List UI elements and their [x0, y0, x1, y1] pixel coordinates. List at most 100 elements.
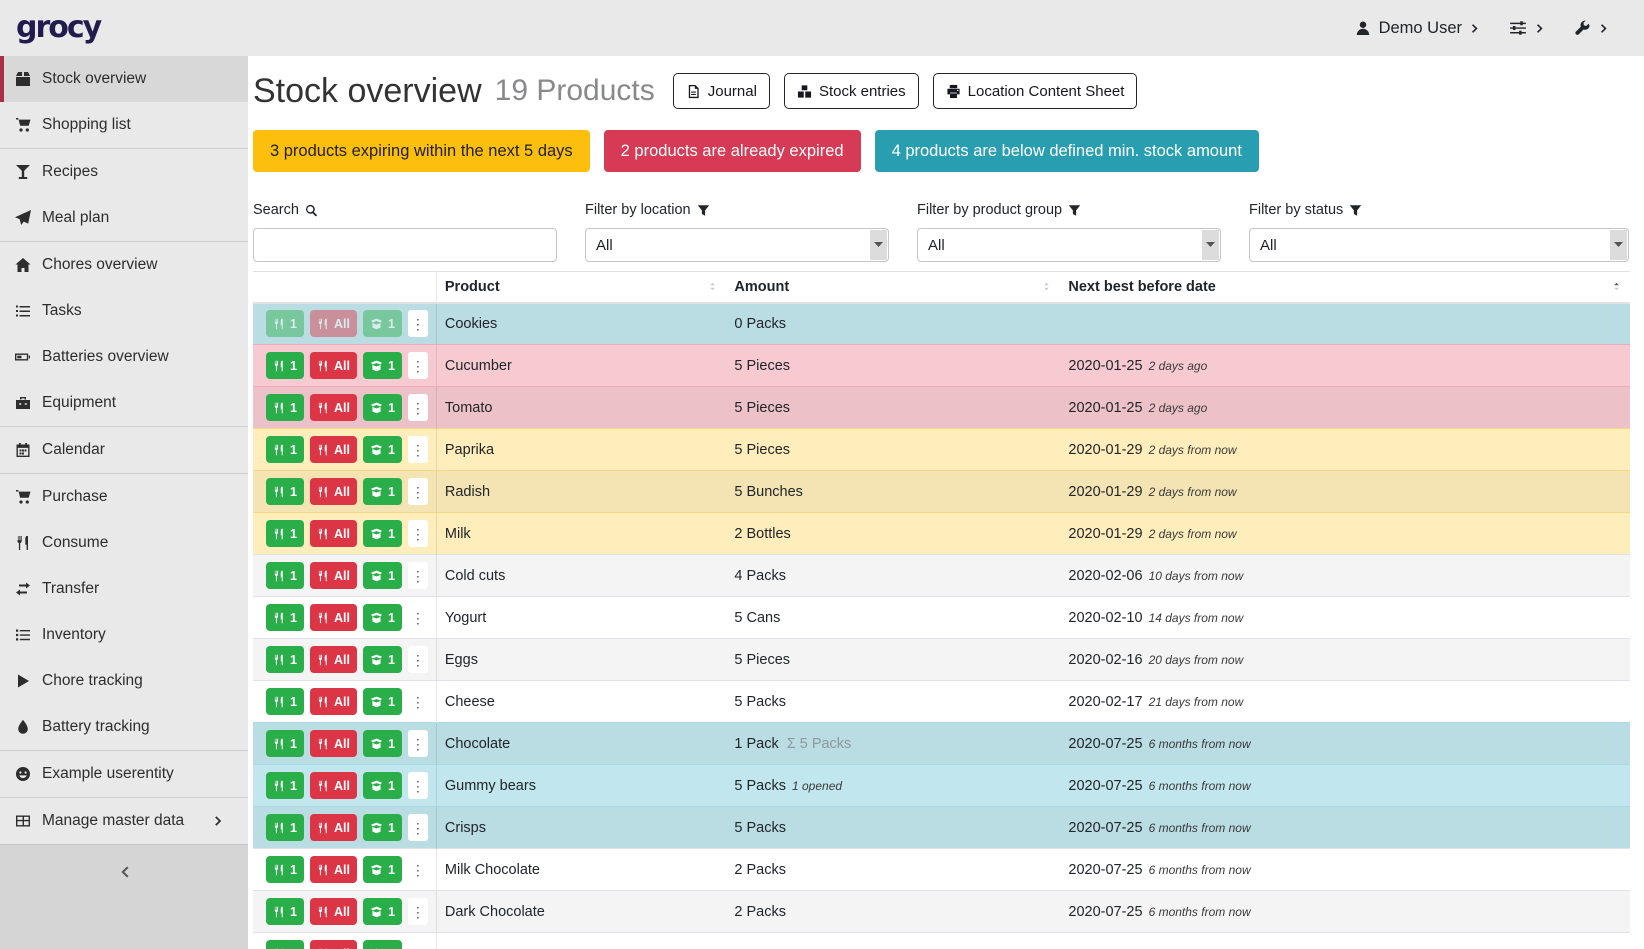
consume-all-button[interactable]: All [310, 814, 357, 841]
consume-all-button[interactable]: All [310, 730, 357, 757]
consume-one-button[interactable]: 1 [266, 856, 304, 883]
row-menu-button[interactable]: ⋮ [408, 646, 428, 673]
status-alert-1[interactable]: 2 products are already expired [604, 130, 861, 172]
sidebar-item-chore-tracking[interactable]: Chore tracking [0, 658, 248, 704]
sidebar-item-chores-overview[interactable]: Chores overview [0, 242, 248, 288]
open-one-button[interactable]: 1 [363, 856, 402, 883]
sidebar-item-equipment[interactable]: Equipment [0, 380, 248, 426]
sidebar-item-battery-tracking[interactable]: Battery tracking [0, 704, 248, 750]
column-header-product[interactable]: Product [436, 272, 726, 303]
consume-one-button[interactable]: 1 [266, 646, 304, 673]
consume-all-button[interactable]: All [310, 394, 357, 421]
consume-one-button[interactable]: 1 [266, 688, 304, 715]
stock-entries-button[interactable]: Stock entries [784, 73, 919, 109]
open-one-button[interactable]: 1 [363, 520, 402, 547]
sidebar-item-batteries-overview[interactable]: Batteries overview [0, 334, 248, 380]
consume-one-button[interactable]: 1 [266, 478, 304, 505]
sidebar-item-example-userentity[interactable]: Example userentity [0, 751, 248, 797]
row-menu-button[interactable]: ⋮ [408, 898, 428, 925]
open-one-button[interactable]: 1 [363, 898, 402, 925]
open-one-button[interactable]: 1 [363, 940, 402, 949]
row-menu-button[interactable]: ⋮ [408, 478, 428, 505]
search-input[interactable] [253, 228, 557, 262]
consume-all-button[interactable]: All [310, 604, 357, 631]
journal-button[interactable]: Journal [673, 73, 770, 109]
open-one-button[interactable]: 1 [363, 814, 402, 841]
status-alert-2[interactable]: 4 products are below defined min. stock … [875, 130, 1259, 172]
location-filter-select[interactable]: All [585, 228, 889, 262]
row-menu-button[interactable]: ⋮ [408, 352, 428, 379]
open-one-button[interactable]: 1 [363, 772, 402, 799]
row-menu-button[interactable]: ⋮ [408, 604, 428, 631]
consume-one-button[interactable]: 1 [266, 898, 304, 925]
sidebar-item-transfer[interactable]: Transfer [0, 566, 248, 612]
consume-all-button[interactable]: All [310, 436, 357, 463]
row-menu-button[interactable]: ⋮ [408, 688, 428, 715]
consume-all-button[interactable]: All [310, 688, 357, 715]
row-menu-button[interactable]: ⋮ [408, 940, 428, 949]
sidebar-item-manage-master-data[interactable]: Manage master data [0, 798, 248, 844]
consume-one-button[interactable]: 1 [266, 436, 304, 463]
row-menu-button[interactable]: ⋮ [408, 436, 428, 463]
open-one-button[interactable]: 1 [363, 394, 402, 421]
open-one-button[interactable]: 1 [363, 604, 402, 631]
consume-one-button[interactable]: 1 [266, 730, 304, 757]
consume-all-button[interactable]: All [310, 310, 357, 337]
settings-menu[interactable] [1509, 19, 1546, 37]
sidebar-item-purchase[interactable]: Purchase [0, 474, 248, 520]
sidebar-item-recipes[interactable]: Recipes [0, 149, 248, 195]
consume-all-button[interactable]: All [310, 562, 357, 589]
sidebar-item-inventory[interactable]: Inventory [0, 612, 248, 658]
open-one-button[interactable]: 1 [363, 730, 402, 757]
column-header-next-best-before-date[interactable]: Next best before date [1060, 272, 1630, 303]
admin-menu[interactable] [1574, 20, 1610, 37]
user-menu[interactable]: Demo User [1355, 19, 1481, 38]
sidebar-collapse-button[interactable] [0, 844, 248, 949]
consume-one-button[interactable]: 1 [266, 520, 304, 547]
open-one-button[interactable]: 1 [363, 310, 402, 337]
consume-one-button[interactable]: 1 [266, 394, 304, 421]
status-filter-select[interactable]: All [1249, 228, 1629, 262]
consume-one-button[interactable]: 1 [266, 352, 304, 379]
sidebar-item-shopping-list[interactable]: Shopping list [0, 102, 248, 148]
consume-all-button[interactable]: All [310, 478, 357, 505]
open-one-button[interactable]: 1 [363, 478, 402, 505]
open-one-button[interactable]: 1 [363, 646, 402, 673]
row-menu-button[interactable]: ⋮ [408, 814, 428, 841]
open-one-button[interactable]: 1 [363, 562, 402, 589]
row-menu-button[interactable]: ⋮ [408, 562, 428, 589]
row-menu-button[interactable]: ⋮ [408, 856, 428, 883]
product-group-filter-select[interactable]: All [917, 228, 1221, 262]
table-row: 1 All 1 ⋮ [253, 933, 1630, 949]
sidebar-item-consume[interactable]: Consume [0, 520, 248, 566]
consume-all-button[interactable]: All [310, 520, 357, 547]
consume-all-button[interactable]: All [310, 772, 357, 799]
sidebar-item-meal-plan[interactable]: Meal plan [0, 195, 248, 241]
sidebar-item-stock-overview[interactable]: Stock overview [0, 56, 248, 102]
row-menu-button[interactable]: ⋮ [408, 394, 428, 421]
row-menu-button[interactable]: ⋮ [408, 730, 428, 757]
row-menu-button[interactable]: ⋮ [408, 772, 428, 799]
location-content-sheet-button[interactable]: Location Content Sheet [933, 73, 1138, 109]
open-one-button[interactable]: 1 [363, 436, 402, 463]
consume-all-button[interactable]: All [310, 940, 357, 949]
row-menu-button[interactable]: ⋮ [408, 520, 428, 547]
consume-all-button[interactable]: All [310, 646, 357, 673]
sidebar-item-calendar[interactable]: Calendar [0, 427, 248, 473]
column-header-amount[interactable]: Amount [726, 272, 1060, 303]
consume-one-button[interactable]: 1 [266, 772, 304, 799]
consume-one-button[interactable]: 1 [266, 562, 304, 589]
sidebar-item-tasks[interactable]: Tasks [0, 288, 248, 334]
row-menu-button[interactable]: ⋮ [408, 310, 428, 337]
consume-one-button[interactable]: 1 [266, 814, 304, 841]
open-one-button[interactable]: 1 [363, 352, 402, 379]
utensils-icon [317, 570, 329, 582]
consume-all-button[interactable]: All [310, 898, 357, 925]
open-one-button[interactable]: 1 [363, 688, 402, 715]
consume-one-button[interactable]: 1 [266, 310, 304, 337]
consume-all-button[interactable]: All [310, 352, 357, 379]
consume-one-button[interactable]: 1 [266, 604, 304, 631]
consume-all-button[interactable]: All [310, 856, 357, 883]
status-alert-0[interactable]: 3 products expiring within the next 5 da… [253, 130, 590, 172]
consume-one-button[interactable]: 1 [266, 940, 304, 949]
